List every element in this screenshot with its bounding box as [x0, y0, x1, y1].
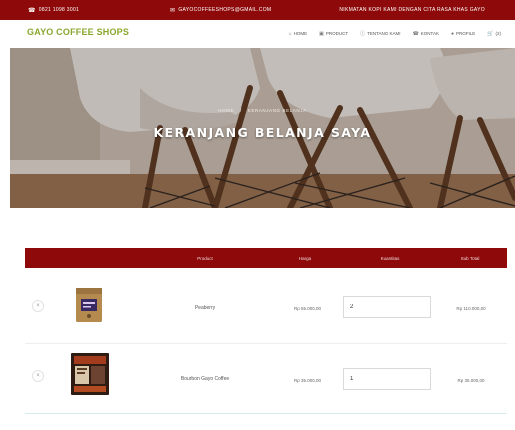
main-nav: ⌂ HOME ▣ PRODUCT ⓘ TENTANG KAMI ☎ KONTAK… [289, 30, 501, 38]
nav-cart[interactable]: 🛒 (2) [487, 30, 501, 37]
breadcrumb-home[interactable]: HOME [218, 108, 234, 113]
nav-product[interactable]: ▣ PRODUCT [319, 30, 348, 37]
nav-about[interactable]: ⓘ TENTANG KAMI [360, 30, 400, 37]
info-icon: ⓘ [360, 31, 366, 37]
product-name[interactable]: Bourbon Gayo Coffee [150, 376, 260, 382]
col-price: Harga [298, 255, 312, 261]
breadcrumb-separator: / [240, 108, 242, 113]
hero-banner: HOME / KERANJANG BELANJA KERANJANG BELAN… [10, 48, 515, 208]
navbar: GAYO COFFEE SHOPS ⌂ HOME ▣ PRODUCT ⓘ TEN… [0, 20, 515, 48]
col-product: Product [197, 255, 213, 261]
cart-count: (2) [495, 31, 502, 36]
product-price: Rp 55.000,00 [293, 306, 322, 311]
nav-about-label: TENTANG KAMI [367, 31, 401, 36]
page-title: KERANJANG BELANJA SAYA [153, 125, 372, 140]
phone-number: 0821 1098 3001 [38, 7, 80, 13]
breadcrumb: HOME / KERANJANG BELANJA [10, 108, 515, 113]
breadcrumb-current: KERANJANG BELANJA [247, 108, 307, 113]
email-address[interactable]: GAYOCOFFEESHOPS@GMAIL.COM [178, 7, 271, 13]
nav-product-label: PRODUCT [325, 31, 349, 36]
product-image[interactable] [74, 287, 104, 323]
mail-icon: ✉ [170, 7, 176, 14]
table-row: × Bourbon Gayo Coffee Rp 35.000,00 Rp 35… [25, 344, 507, 414]
product-price: Rp 35.000,00 [293, 378, 322, 383]
cart-table: Product Harga Kuantitas Sub Total × Peab… [25, 248, 507, 414]
col-subtotal: Sub Total [460, 255, 480, 261]
shop-icon: ▣ [319, 30, 324, 37]
nav-profile-label: PROFILE [456, 31, 476, 36]
top-bar: ☎ 0821 1098 3001 ✉ GAYOCOFFEESHOPS@GMAIL… [0, 0, 515, 20]
home-icon: ⌂ [288, 30, 292, 37]
brand-logo[interactable]: GAYO COFFEE SHOPS [27, 27, 129, 37]
nav-home-label: HOME [293, 31, 308, 36]
table-header: Product Harga Kuantitas Sub Total [25, 248, 507, 268]
user-icon: ● [450, 30, 454, 37]
quantity-input[interactable] [343, 368, 431, 390]
nav-contact-label: KONTAK [420, 31, 439, 36]
nav-contact[interactable]: ☎ KONTAK [413, 30, 439, 37]
product-name[interactable]: Peaberry [150, 305, 260, 311]
table-row: × Peaberry Rp 55.000,00 Rp 110.000,00 [25, 268, 507, 344]
cart-icon: 🛒 [487, 30, 494, 37]
contact-phone: ☎ 0821 1098 3001 [28, 7, 79, 14]
product-image[interactable] [70, 352, 110, 396]
remove-item-button[interactable]: × [32, 300, 44, 312]
nav-home[interactable]: ⌂ HOME [289, 30, 308, 37]
col-quantity: Kuantitas [380, 255, 400, 261]
phone-icon: ☎ [28, 7, 36, 14]
row-subtotal: Rp 35.000,00 [457, 378, 485, 383]
phone-icon: ☎ [412, 30, 419, 37]
row-subtotal: Rp 110.000,00 [456, 306, 486, 311]
contact-email[interactable]: ✉ GAYOCOFFEESHOPS@GMAIL.COM [170, 7, 271, 14]
quantity-input[interactable] [343, 296, 431, 318]
promo-text: NIKMATAN KOPI KAMI DENGAN CITA RASA KHAS… [339, 7, 485, 13]
remove-item-button[interactable]: × [32, 370, 44, 382]
nav-profile[interactable]: ● PROFILE [451, 30, 475, 37]
